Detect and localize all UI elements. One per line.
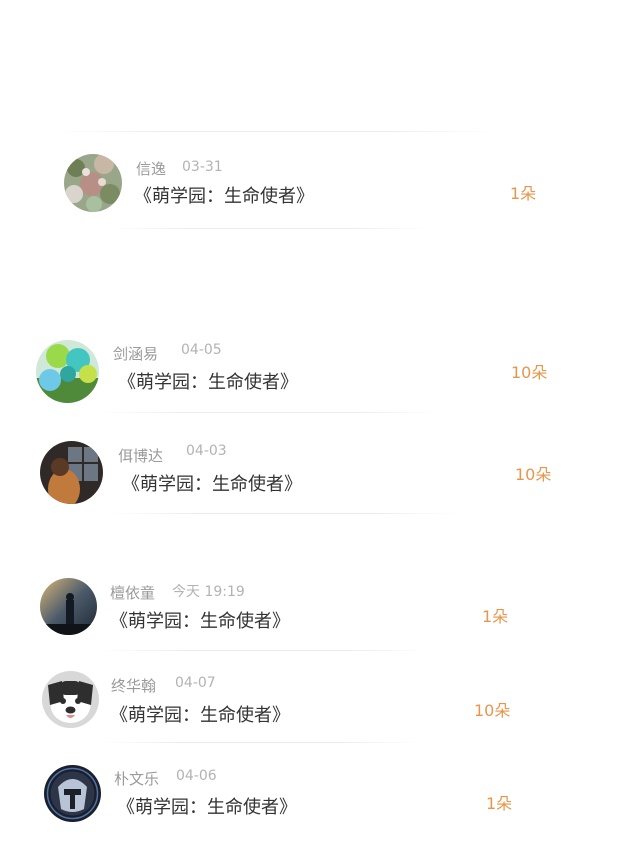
list-item[interactable]: 佴博达 04-03 《萌学园：生命使者》 10朵 (0, 438, 640, 518)
book-title[interactable]: 《萌学园：生命使者》 (122, 470, 302, 496)
list-item[interactable]: 剑涵易 04-05 《萌学园：生命使者》 10朵 (0, 337, 640, 417)
user-name: 佴博达 (118, 447, 164, 465)
flower-count: 1朵 (486, 794, 513, 813)
silhouette-avatar[interactable] (40, 578, 97, 635)
list-item[interactable]: 终华翰 04-07 《萌学园：生命使者》 10朵 (0, 670, 640, 750)
gift-date: 03-31 (182, 159, 223, 175)
divider (110, 228, 430, 229)
book-title[interactable]: 《萌学园：生命使者》 (134, 182, 314, 208)
list-item[interactable]: 信逸 03-31 《萌学园：生命使者》 1朵 (0, 150, 640, 230)
user-name: 终华翰 (111, 677, 157, 695)
flower-count: 10朵 (511, 363, 548, 382)
list-item[interactable]: 檀依童 今天 19:19 《萌学园：生命使者》 1朵 (0, 577, 640, 657)
user-name: 信逸 (136, 160, 167, 178)
divider (100, 412, 440, 413)
user-name: 檀依童 (110, 584, 156, 602)
gift-date: 04-05 (181, 342, 222, 358)
wreath-avatar[interactable] (64, 154, 122, 212)
dog-avatar[interactable] (42, 671, 99, 728)
balloons-avatar[interactable] (36, 340, 99, 403)
gift-date: 04-07 (175, 675, 216, 691)
book-title[interactable]: 《萌学园：生命使者》 (110, 701, 290, 727)
user-name: 剑涵易 (113, 345, 159, 363)
flower-count: 1朵 (510, 184, 537, 203)
gift-date: 04-03 (186, 443, 227, 459)
gift-date: 04-06 (176, 768, 217, 784)
divider (55, 131, 495, 132)
helmet-avatar[interactable] (44, 765, 101, 822)
flower-count: 10朵 (474, 701, 511, 720)
flower-count: 10朵 (515, 465, 552, 484)
avatar (80, 247, 110, 253)
user-name: 朴文乐 (114, 770, 160, 788)
divider (100, 650, 430, 651)
gift-list-page: 信逸 03-31 《萌学园：生命使者》 1朵 剑涵易 04-05 《萌学园：生命… (0, 0, 640, 844)
gift-date: 今天 19:19 (172, 584, 245, 600)
flower-count: 1朵 (482, 607, 509, 626)
divider (110, 513, 460, 514)
book-title[interactable]: 《萌学园：生命使者》 (117, 793, 297, 819)
window-girl-avatar[interactable] (40, 441, 103, 504)
book-title[interactable]: 《萌学园：生命使者》 (110, 607, 290, 633)
book-title[interactable]: 《萌学园：生命使者》 (118, 368, 298, 394)
divider (100, 742, 420, 743)
list-item[interactable]: 朴文乐 04-06 《萌学园：生命使者》 1朵 (0, 763, 640, 843)
